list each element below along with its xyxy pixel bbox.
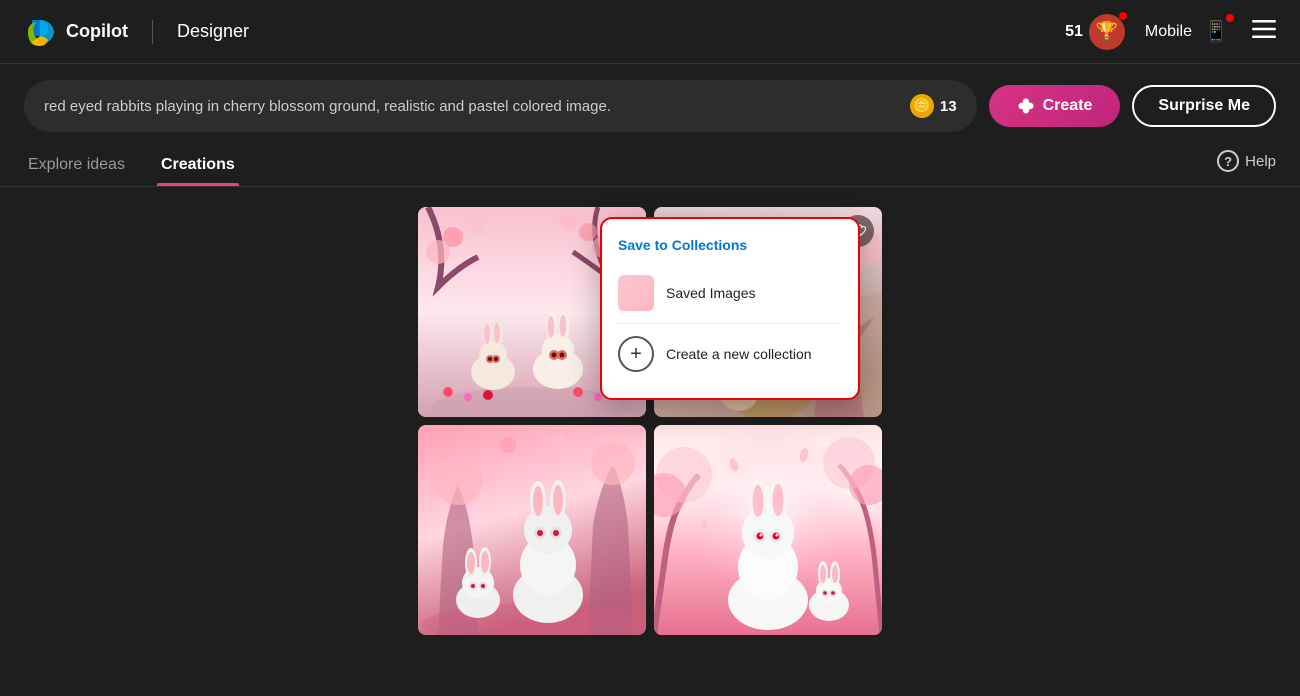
mobile-icon: 📱 (1200, 16, 1232, 48)
rabbit-scene-3 (418, 425, 646, 635)
popup-title: Save to Collections (618, 237, 842, 253)
popup-divider (618, 323, 842, 324)
help-button[interactable]: ? Help (1217, 150, 1276, 184)
popup-plus-icon: + (618, 336, 654, 372)
rabbit-scene-4 (654, 425, 882, 635)
tab-explore[interactable]: Explore ideas (24, 148, 129, 186)
surprise-button-label: Surprise Me (1158, 97, 1250, 114)
create-icon (1017, 97, 1035, 115)
save-to-collections-popup: Save to Collections Saved Images + Creat… (600, 217, 860, 400)
search-area: red eyed rabbits playing in cherry bloss… (0, 64, 1300, 132)
header-divider (152, 20, 153, 44)
image-cell-3[interactable] (418, 425, 646, 635)
designer-label: Designer (177, 21, 249, 42)
tab-creations-label: Creations (161, 156, 235, 173)
coin-count-value: 13 (940, 98, 957, 115)
content-area: Save to Collections Saved Images + Creat… (0, 187, 1300, 655)
search-bar[interactable]: red eyed rabbits playing in cherry bloss… (24, 80, 977, 132)
trophy-notification-dot (1119, 12, 1127, 20)
tab-creations[interactable]: Creations (157, 148, 239, 186)
coins-value: 51 (1065, 23, 1083, 41)
help-circle-icon: ? (1217, 150, 1239, 172)
image-cell-4[interactable] (654, 425, 882, 635)
popup-saved-images-label: Saved Images (666, 285, 756, 301)
hamburger-menu-icon[interactable] (1252, 17, 1276, 47)
popup-title-prefix: Save to (618, 237, 668, 253)
create-button-label: Create (1043, 97, 1093, 115)
trophy-badge: 🏆 (1089, 14, 1125, 50)
logo-area: Copilot Designer (24, 16, 249, 48)
search-query-text: red eyed rabbits playing in cherry bloss… (44, 98, 900, 115)
header-right: 51 🏆 Mobile 📱 (1065, 14, 1276, 50)
popup-new-collection-item[interactable]: + Create a new collection (618, 328, 842, 380)
mobile-label: Mobile (1145, 23, 1192, 41)
app-logo-text: Copilot (66, 21, 128, 42)
popup-new-collection-label: Create a new collection (666, 346, 812, 362)
copilot-logo-icon (24, 16, 56, 48)
surprise-button[interactable]: Surprise Me (1132, 85, 1276, 127)
popup-saved-images-thumbnail (618, 275, 654, 311)
popup-saved-images-item[interactable]: Saved Images (618, 267, 842, 319)
header: Copilot Designer 51 🏆 Mobile 📱 (0, 0, 1300, 64)
coins-display: 51 🏆 (1065, 14, 1125, 50)
mobile-notification-dot (1226, 14, 1234, 22)
create-button[interactable]: Create (989, 85, 1121, 127)
tab-explore-label: Explore ideas (28, 156, 125, 173)
coin-count-display: 🪙 13 (910, 94, 957, 118)
coin-icon: 🪙 (910, 94, 934, 118)
mobile-area[interactable]: Mobile 📱 (1145, 16, 1232, 48)
popup-collections-link[interactable]: Collections (672, 237, 747, 253)
tabs-area: Explore ideas Creations ? Help (0, 132, 1300, 187)
help-label: Help (1245, 153, 1276, 170)
